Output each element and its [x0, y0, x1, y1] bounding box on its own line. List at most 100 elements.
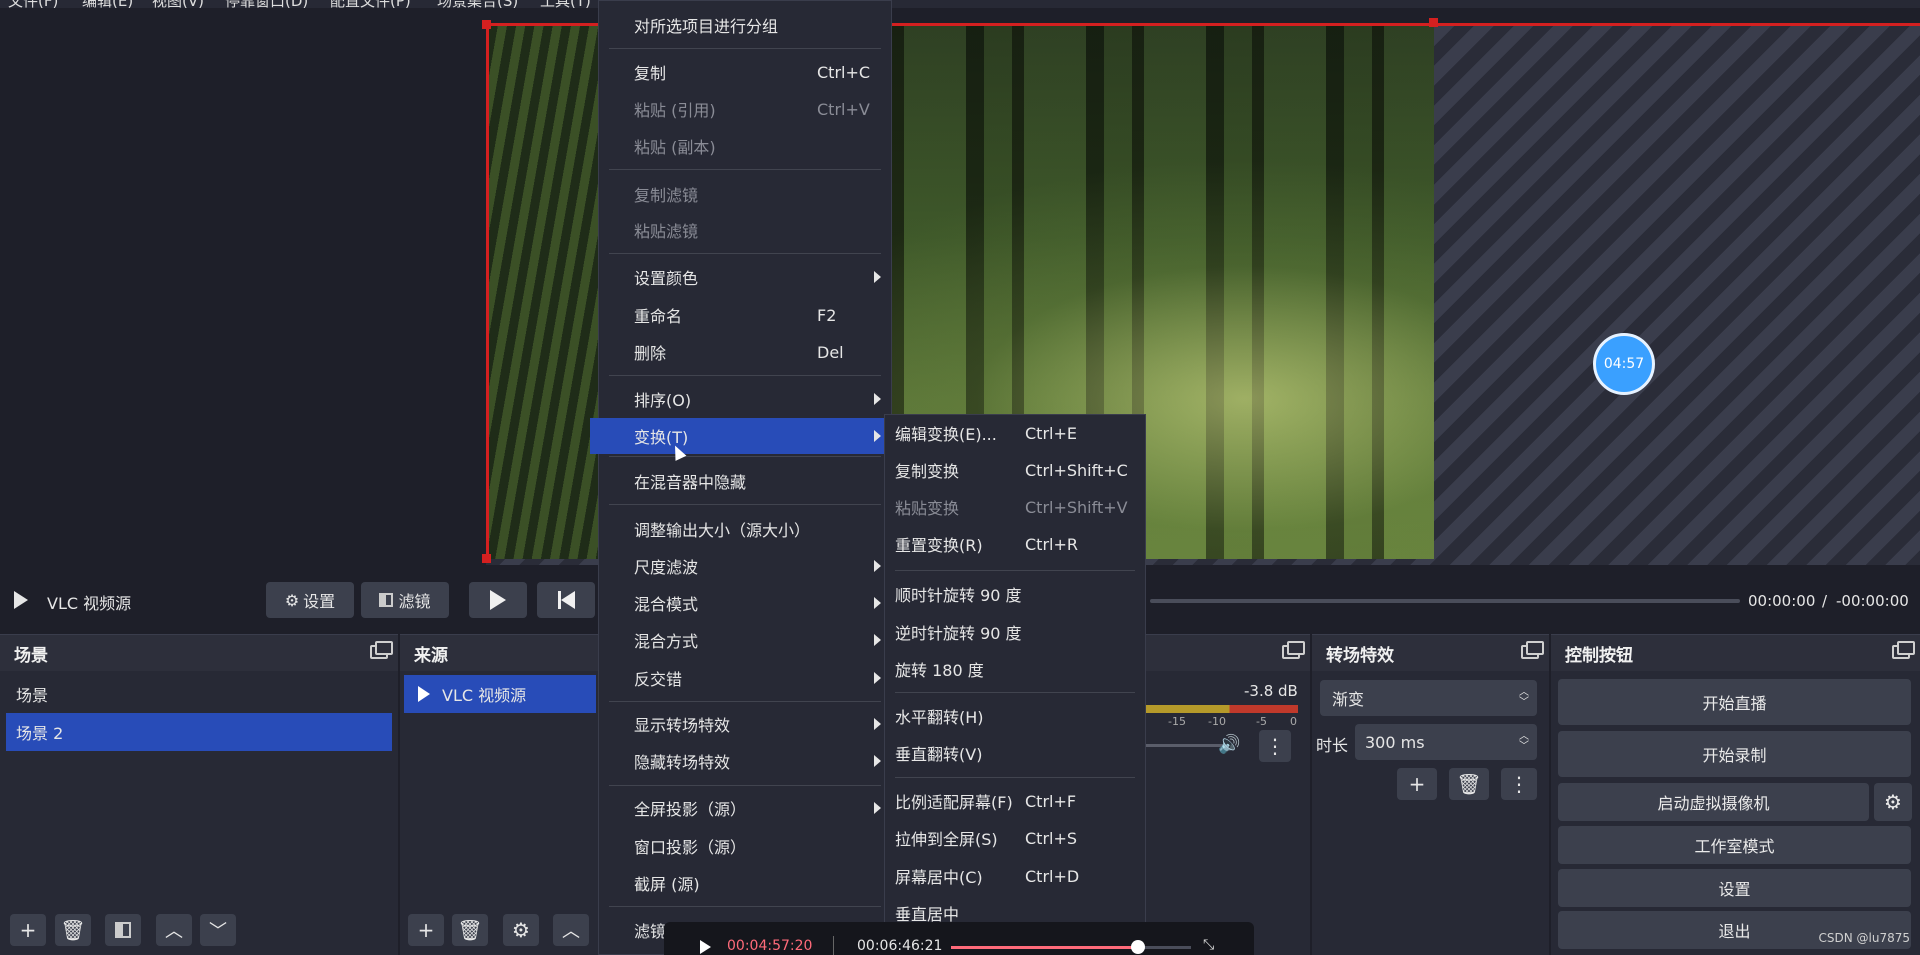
- menu-item-label: 全屏投影（源）: [634, 800, 747, 819]
- menu-tools[interactable]: 工具(T): [540, 0, 591, 8]
- remove-scene-button[interactable]: 🗑: [55, 914, 91, 946]
- add-transition-button[interactable]: +: [1397, 768, 1437, 800]
- menu-item-rename[interactable]: 重命名 F2: [599, 297, 891, 333]
- selection-handle-bottom-left[interactable]: [482, 554, 491, 563]
- selection-handle-top[interactable]: [1429, 18, 1438, 27]
- media-restart-button[interactable]: [537, 582, 595, 618]
- menu-item-order[interactable]: 排序(O): [599, 381, 891, 417]
- source-context-menu: 对所选项目进行分组 复制 Ctrl+C 粘贴 (引用) Ctrl+V 粘贴 (副本)…: [590, 0, 892, 955]
- speaker-icon[interactable]: 🔊: [1218, 734, 1240, 755]
- source-item-selected[interactable]: VLC 视频源: [404, 675, 596, 713]
- menu-item-label: 水平翻转(H): [895, 708, 984, 727]
- transition-type-select[interactable]: 渐变 ︿ ﹀: [1320, 680, 1537, 716]
- submenu-item-edit-transform[interactable]: 编辑变换(E)... Ctrl+E: [885, 415, 1145, 451]
- menu-edit[interactable]: 编辑(E): [82, 0, 133, 8]
- menu-item-copy-filters[interactable]: 复制滤镜: [599, 176, 891, 212]
- submenu-item-flip-horizontal[interactable]: 水平翻转(H): [885, 698, 1145, 734]
- add-source-button[interactable]: +: [408, 914, 444, 946]
- undock-icon[interactable]: [1892, 641, 1915, 659]
- menu-item-window-projector[interactable]: 窗口投影（源）: [599, 828, 891, 864]
- scene-move-down-button[interactable]: ﹀: [200, 914, 236, 946]
- menu-profile[interactable]: 配置文件(P): [330, 0, 411, 8]
- submenu-item-stretch-to-screen[interactable]: 拉伸到全屏(S) Ctrl+S: [885, 820, 1145, 856]
- menu-item-label: 重命名: [634, 307, 683, 326]
- menu-item-blend-method[interactable]: 混合方式: [599, 622, 891, 658]
- start-recording-button[interactable]: 开始录制: [1558, 731, 1911, 777]
- source-move-up-button[interactable]: ︿: [553, 914, 589, 946]
- media-filters-button[interactable]: 滤镜: [361, 582, 449, 618]
- start-streaming-button[interactable]: 开始直播: [1558, 679, 1911, 725]
- submenu-item-rotate-ccw[interactable]: 逆时针旋转 90 度: [885, 614, 1145, 650]
- player-progress-track[interactable]: [951, 946, 1191, 949]
- menu-item-blend-mode[interactable]: 混合模式: [599, 585, 891, 621]
- menu-separator: [609, 456, 881, 457]
- mixer-menu-button[interactable]: ⋮: [1259, 730, 1291, 762]
- controls-title-text: 控制按钮: [1565, 645, 1633, 666]
- menu-item-paste-duplicate[interactable]: 粘贴 (副本): [599, 128, 891, 164]
- menu-item-transform[interactable]: 变换(T): [590, 418, 891, 454]
- submenu-item-fit-to-screen[interactable]: 比例适配屏幕(F) Ctrl+F: [885, 783, 1145, 819]
- exit-fullscreen-icon[interactable]: ⤡: [1203, 937, 1214, 953]
- menu-item-show-transition[interactable]: 显示转场特效: [599, 706, 891, 742]
- add-scene-button[interactable]: +: [10, 914, 46, 946]
- remove-source-button[interactable]: 🗑: [452, 914, 488, 946]
- submenu-item-copy-transform[interactable]: 复制变换 Ctrl+Shift+C: [885, 452, 1145, 488]
- up-down-icon: ︿ ﹀: [1519, 731, 1529, 752]
- menu-item-fullscreen-projector[interactable]: 全屏投影（源）: [599, 790, 891, 826]
- submenu-item-paste-transform[interactable]: 粘贴变换 Ctrl+Shift+V: [885, 489, 1145, 525]
- menu-item-label: 调整输出大小（源大小）: [634, 521, 811, 540]
- menu-item-label: 复制变换: [895, 462, 960, 481]
- undock-icon[interactable]: [1282, 641, 1305, 659]
- player-play-icon[interactable]: [700, 940, 711, 954]
- mixer-db-readout: -3.8 dB: [1244, 682, 1298, 700]
- scene-item[interactable]: 场景: [6, 675, 392, 713]
- virtual-camera-settings-button[interactable]: ⚙: [1874, 783, 1912, 821]
- menu-item-resize-output[interactable]: 调整输出大小（源大小）: [599, 511, 891, 547]
- menu-item-paste-filters[interactable]: 粘贴滤镜: [599, 212, 891, 248]
- mixer-volume-slider[interactable]: [1146, 744, 1226, 747]
- studio-mode-button[interactable]: 工作室模式: [1558, 826, 1911, 864]
- menu-item-shortcut: Ctrl+F: [1025, 791, 1077, 811]
- chevron-down-icon: ﹀: [209, 921, 227, 942]
- menu-item-copy[interactable]: 复制 Ctrl+C: [599, 54, 891, 90]
- sources-title-text: 来源: [414, 645, 448, 666]
- duration-spinbox[interactable]: 300 ms ︿ ﹀: [1355, 724, 1537, 760]
- menu-scene-collection[interactable]: 场景集合(S): [437, 0, 518, 8]
- menu-item-deinterlace[interactable]: 反交错: [599, 660, 891, 696]
- transition-menu-button[interactable]: ⋮: [1501, 768, 1537, 800]
- submenu-item-center-to-screen[interactable]: 屏幕居中(C) Ctrl+D: [885, 858, 1145, 894]
- menu-item-group-selected[interactable]: 对所选项目进行分组: [599, 7, 891, 43]
- undock-icon[interactable]: [370, 641, 393, 659]
- submenu-item-flip-vertical[interactable]: 垂直翻转(V): [885, 735, 1145, 771]
- scene-filters-button[interactable]: [105, 914, 141, 946]
- media-settings-button[interactable]: ⚙ 设置: [266, 582, 354, 618]
- submenu-arrow-icon: [874, 430, 881, 442]
- start-virtual-camera-button[interactable]: 启动虚拟摄像机: [1558, 783, 1869, 821]
- menu-item-label: 尺度滤波: [634, 558, 699, 577]
- menu-item-set-color[interactable]: 设置颜色: [599, 259, 891, 295]
- menu-file[interactable]: 文件(F): [8, 0, 58, 8]
- transitions-title-text: 转场特效: [1326, 645, 1394, 666]
- submenu-item-rotate-cw[interactable]: 顺时针旋转 90 度: [885, 576, 1145, 612]
- menu-docks[interactable]: 停靠窗口(D): [225, 0, 308, 8]
- menu-view[interactable]: 视图(V): [152, 0, 204, 8]
- remove-transition-button[interactable]: 🗑: [1449, 768, 1489, 800]
- menu-item-delete[interactable]: 删除 Del: [599, 334, 891, 370]
- settings-button[interactable]: 设置: [1558, 869, 1911, 907]
- menu-item-scale-filter[interactable]: 尺度滤波: [599, 548, 891, 584]
- menu-item-screenshot[interactable]: 截屏 (源): [599, 865, 891, 901]
- menu-item-hide-transition[interactable]: 隐藏转场特效: [599, 743, 891, 779]
- menu-item-label: 复制滤镜: [634, 186, 699, 205]
- media-play-button[interactable]: [469, 582, 527, 618]
- scene-move-up-button[interactable]: ︿: [156, 914, 192, 946]
- selection-handle-top-left[interactable]: [482, 20, 491, 29]
- submenu-item-reset-transform[interactable]: 重置变换(R) Ctrl+R: [885, 526, 1145, 562]
- menu-item-label: 屏幕居中(C): [895, 868, 983, 887]
- media-seek-bar[interactable]: [1150, 599, 1740, 603]
- submenu-item-rotate-180[interactable]: 旋转 180 度: [885, 651, 1145, 687]
- source-properties-button[interactable]: ⚙: [503, 914, 539, 946]
- menu-item-hide-in-mixer[interactable]: 在混音器中隐藏: [599, 463, 891, 499]
- scene-item-selected[interactable]: 场景 2: [6, 713, 392, 751]
- menu-item-paste-reference[interactable]: 粘贴 (引用) Ctrl+V: [599, 91, 891, 127]
- undock-icon[interactable]: [1521, 641, 1544, 659]
